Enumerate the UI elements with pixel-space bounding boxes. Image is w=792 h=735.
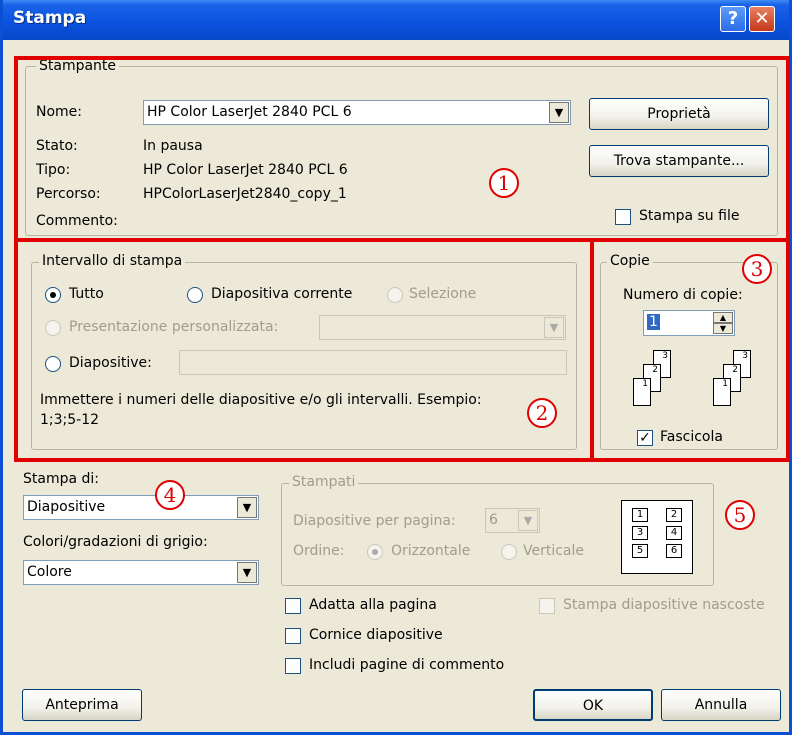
- order-vertical-label: Verticale: [523, 543, 585, 559]
- title-bar[interactable]: Stampa ? ✕: [3, 0, 789, 40]
- per-page-label: Diapositive per pagina:: [293, 513, 456, 529]
- order-label: Ordine:: [293, 543, 345, 559]
- callout-5: 5: [725, 500, 755, 530]
- help-button[interactable]: ?: [720, 6, 746, 32]
- handout-cell: 2: [666, 508, 682, 522]
- order-horizontal-radio[interactable]: [367, 544, 383, 560]
- print-dialog: Stampa ? ✕ Stampante Nome: HP Color Lase…: [0, 0, 792, 735]
- print-hidden-slides-label: Stampa diapositive nascoste: [563, 597, 765, 613]
- chevron-down-icon[interactable]: ▼: [237, 497, 257, 518]
- chevron-down-icon[interactable]: ▼: [518, 510, 538, 531]
- callout-4: 4: [155, 480, 185, 510]
- print-what-label: Stampa di:: [23, 471, 100, 487]
- per-page-select[interactable]: 6 ▼: [485, 508, 540, 533]
- highlight-box-printer: [14, 56, 790, 242]
- highlight-box-copies: [590, 238, 790, 462]
- include-comments-checkbox[interactable]: [285, 658, 301, 674]
- frame-slides-checkbox[interactable]: [285, 628, 301, 644]
- highlight-box-range: [14, 238, 594, 462]
- handouts-label: Stampati: [289, 474, 359, 490]
- fit-to-page-label: Adatta alla pagina: [309, 597, 437, 613]
- frame-slides-label: Cornice diapositive: [309, 627, 443, 643]
- print-what-value: Diapositive: [27, 499, 106, 515]
- order-horizontal-label: Orizzontale: [391, 543, 471, 559]
- close-button[interactable]: ✕: [749, 6, 775, 32]
- color-value: Colore: [27, 564, 72, 580]
- order-vertical-radio[interactable]: [501, 544, 517, 560]
- handout-cell: 4: [666, 526, 682, 540]
- include-comments-label: Includi pagine di commento: [309, 657, 505, 673]
- per-page-value: 6: [489, 512, 498, 528]
- color-select[interactable]: Colore ▼: [23, 560, 259, 585]
- dialog-title: Stampa: [13, 8, 87, 28]
- fit-to-page-checkbox[interactable]: [285, 598, 301, 614]
- ok-button[interactable]: OK: [533, 689, 653, 721]
- handout-cell: 3: [632, 526, 648, 540]
- color-label: Colori/gradazioni di grigio:: [23, 534, 208, 550]
- handout-cell: 1: [632, 508, 648, 522]
- print-hidden-slides-checkbox[interactable]: [539, 598, 555, 614]
- handout-cell: 5: [632, 544, 648, 558]
- chevron-down-icon[interactable]: ▼: [237, 562, 257, 583]
- cancel-button[interactable]: Annulla: [661, 689, 781, 721]
- print-what-select[interactable]: Diapositive ▼: [23, 495, 259, 520]
- handout-cell: 6: [666, 544, 682, 558]
- preview-button[interactable]: Anteprima: [22, 689, 142, 721]
